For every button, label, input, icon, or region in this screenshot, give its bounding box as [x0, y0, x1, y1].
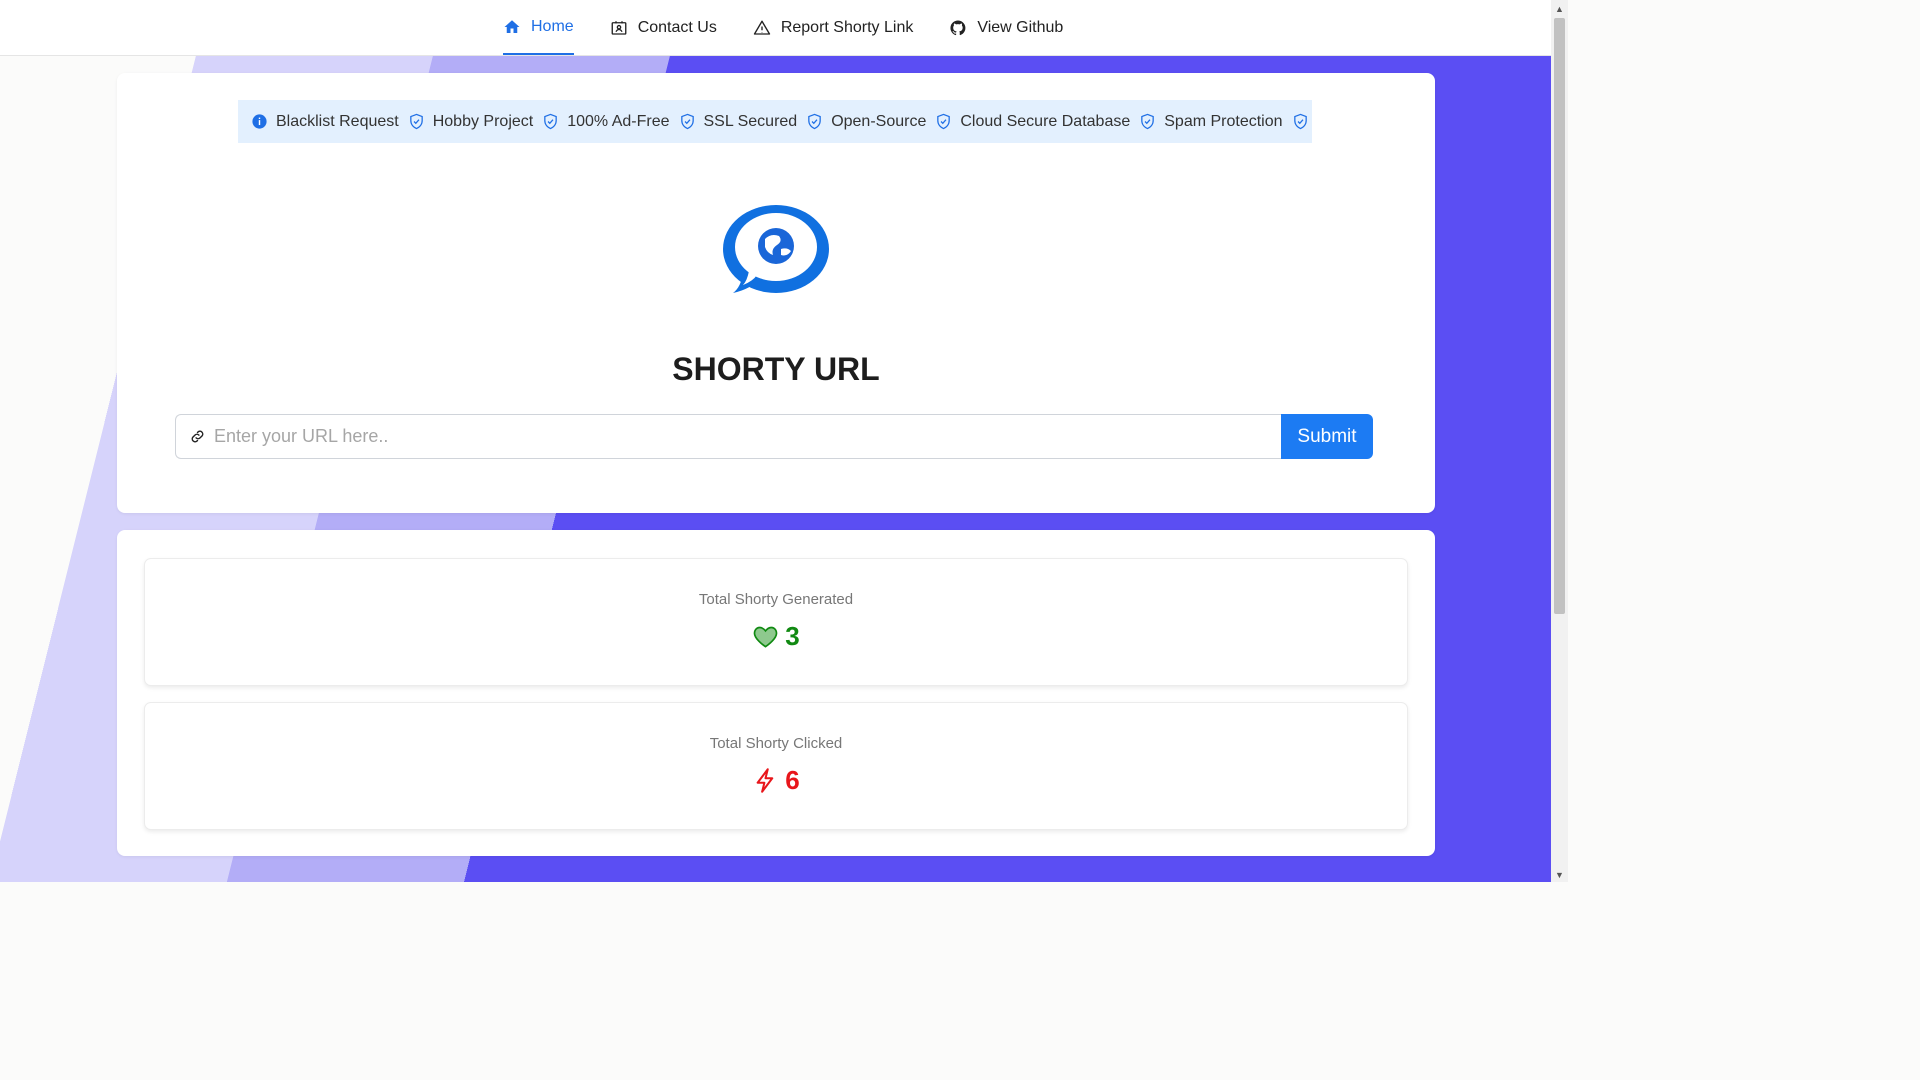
ticker-track: Blacklist Request Hobby Project 100% Ad-…: [238, 113, 1312, 131]
nav-item-report[interactable]: Report Shorty Link: [753, 0, 914, 55]
stat-value: 3: [785, 621, 800, 651]
shield-check-icon: [937, 113, 951, 130]
nav-item-label: Contact Us: [637, 18, 717, 36]
shorty-logo: [723, 205, 829, 293]
ticker-item: 100% Ad-Free: [542, 112, 670, 131]
ticker-item: Spam Protection: [1139, 112, 1283, 131]
nav-item-label: Home: [531, 17, 574, 35]
ticker-item: Open-Source: [806, 113, 926, 131]
shield-check-icon: [680, 113, 694, 130]
shield-check-icon: [544, 113, 558, 130]
stat-label: Total Shorty Clicked: [709, 735, 843, 752]
stat-clicked: Total Shorty Clicked 6: [144, 702, 1408, 830]
stat-generated: Total Shorty Generated 3: [144, 558, 1408, 686]
ticker-label: Blacklist Request: [276, 112, 399, 130]
shield-check-icon: [1141, 113, 1155, 130]
github-icon: [950, 19, 966, 35]
stat-value: 6: [785, 765, 800, 795]
stats-card: Total Shorty Generated 3 Total Shorty Cl…: [117, 530, 1435, 856]
nav-item-github[interactable]: View Github: [949, 0, 1063, 55]
ticker-item: S: [1292, 113, 1312, 131]
info-icon: [252, 114, 267, 129]
shield-check-icon: [1293, 113, 1307, 130]
nav-menu: Home Contact Us Report Shorty Link View …: [503, 0, 1063, 55]
nav-item-contact[interactable]: Contact Us: [610, 0, 717, 55]
shield-check-icon: [808, 113, 821, 130]
feature-ticker: Blacklist Request Hobby Project 100% Ad-…: [238, 100, 1312, 143]
main-card: Blacklist Request Hobby Project 100% Ad-…: [117, 73, 1435, 513]
url-input-wrapper[interactable]: [175, 414, 1281, 459]
shield-check-icon: [409, 113, 423, 130]
nav-item-label: Report Shorty Link: [780, 18, 914, 36]
warning-icon: [753, 20, 771, 35]
ticker-label: Open-Source: [831, 112, 927, 130]
ticker-item: Hobby Project: [408, 112, 534, 131]
nav-item-label: View Github: [977, 18, 1064, 36]
ticker-label: 100% Ad-Free: [567, 112, 670, 130]
url-input[interactable]: [212, 425, 1281, 448]
ticker-item[interactable]: Blacklist Request: [251, 113, 399, 131]
scroll-thumb[interactable]: [1554, 18, 1565, 614]
scroll-down-arrow-icon[interactable]: ▼: [1551, 868, 1568, 882]
ticker-item: Cloud Secure Database: [935, 113, 1130, 131]
submit-button[interactable]: Submit: [1281, 414, 1373, 459]
lightning-icon: [756, 768, 774, 793]
ticker-label: Cloud Secure Database: [960, 112, 1131, 130]
ticker-label: SSL Secured: [703, 112, 798, 130]
page-scrollbar[interactable]: ▲ ▼: [1551, 0, 1568, 882]
ticker-label: Spam Protection: [1164, 112, 1283, 130]
stat-label: Total Shorty Generated: [698, 591, 854, 608]
stat-value-row: 3: [145, 621, 1407, 652]
home-icon: [504, 19, 520, 33]
stat-value-row: 6: [145, 765, 1407, 796]
scroll-up-arrow-icon[interactable]: ▲: [1551, 2, 1568, 16]
heart-icon: [753, 626, 778, 648]
top-navbar: Home Contact Us Report Shorty Link View …: [0, 0, 1551, 56]
nav-item-home[interactable]: Home: [503, 0, 574, 55]
shorten-form: Submit: [175, 414, 1373, 459]
contact-card-icon: [611, 20, 627, 35]
ticker-item: SSL Secured: [679, 112, 798, 131]
link-icon: [191, 430, 204, 443]
ticker-label: Hobby Project: [432, 112, 534, 130]
page-title: SHORTY URL: [672, 351, 880, 387]
